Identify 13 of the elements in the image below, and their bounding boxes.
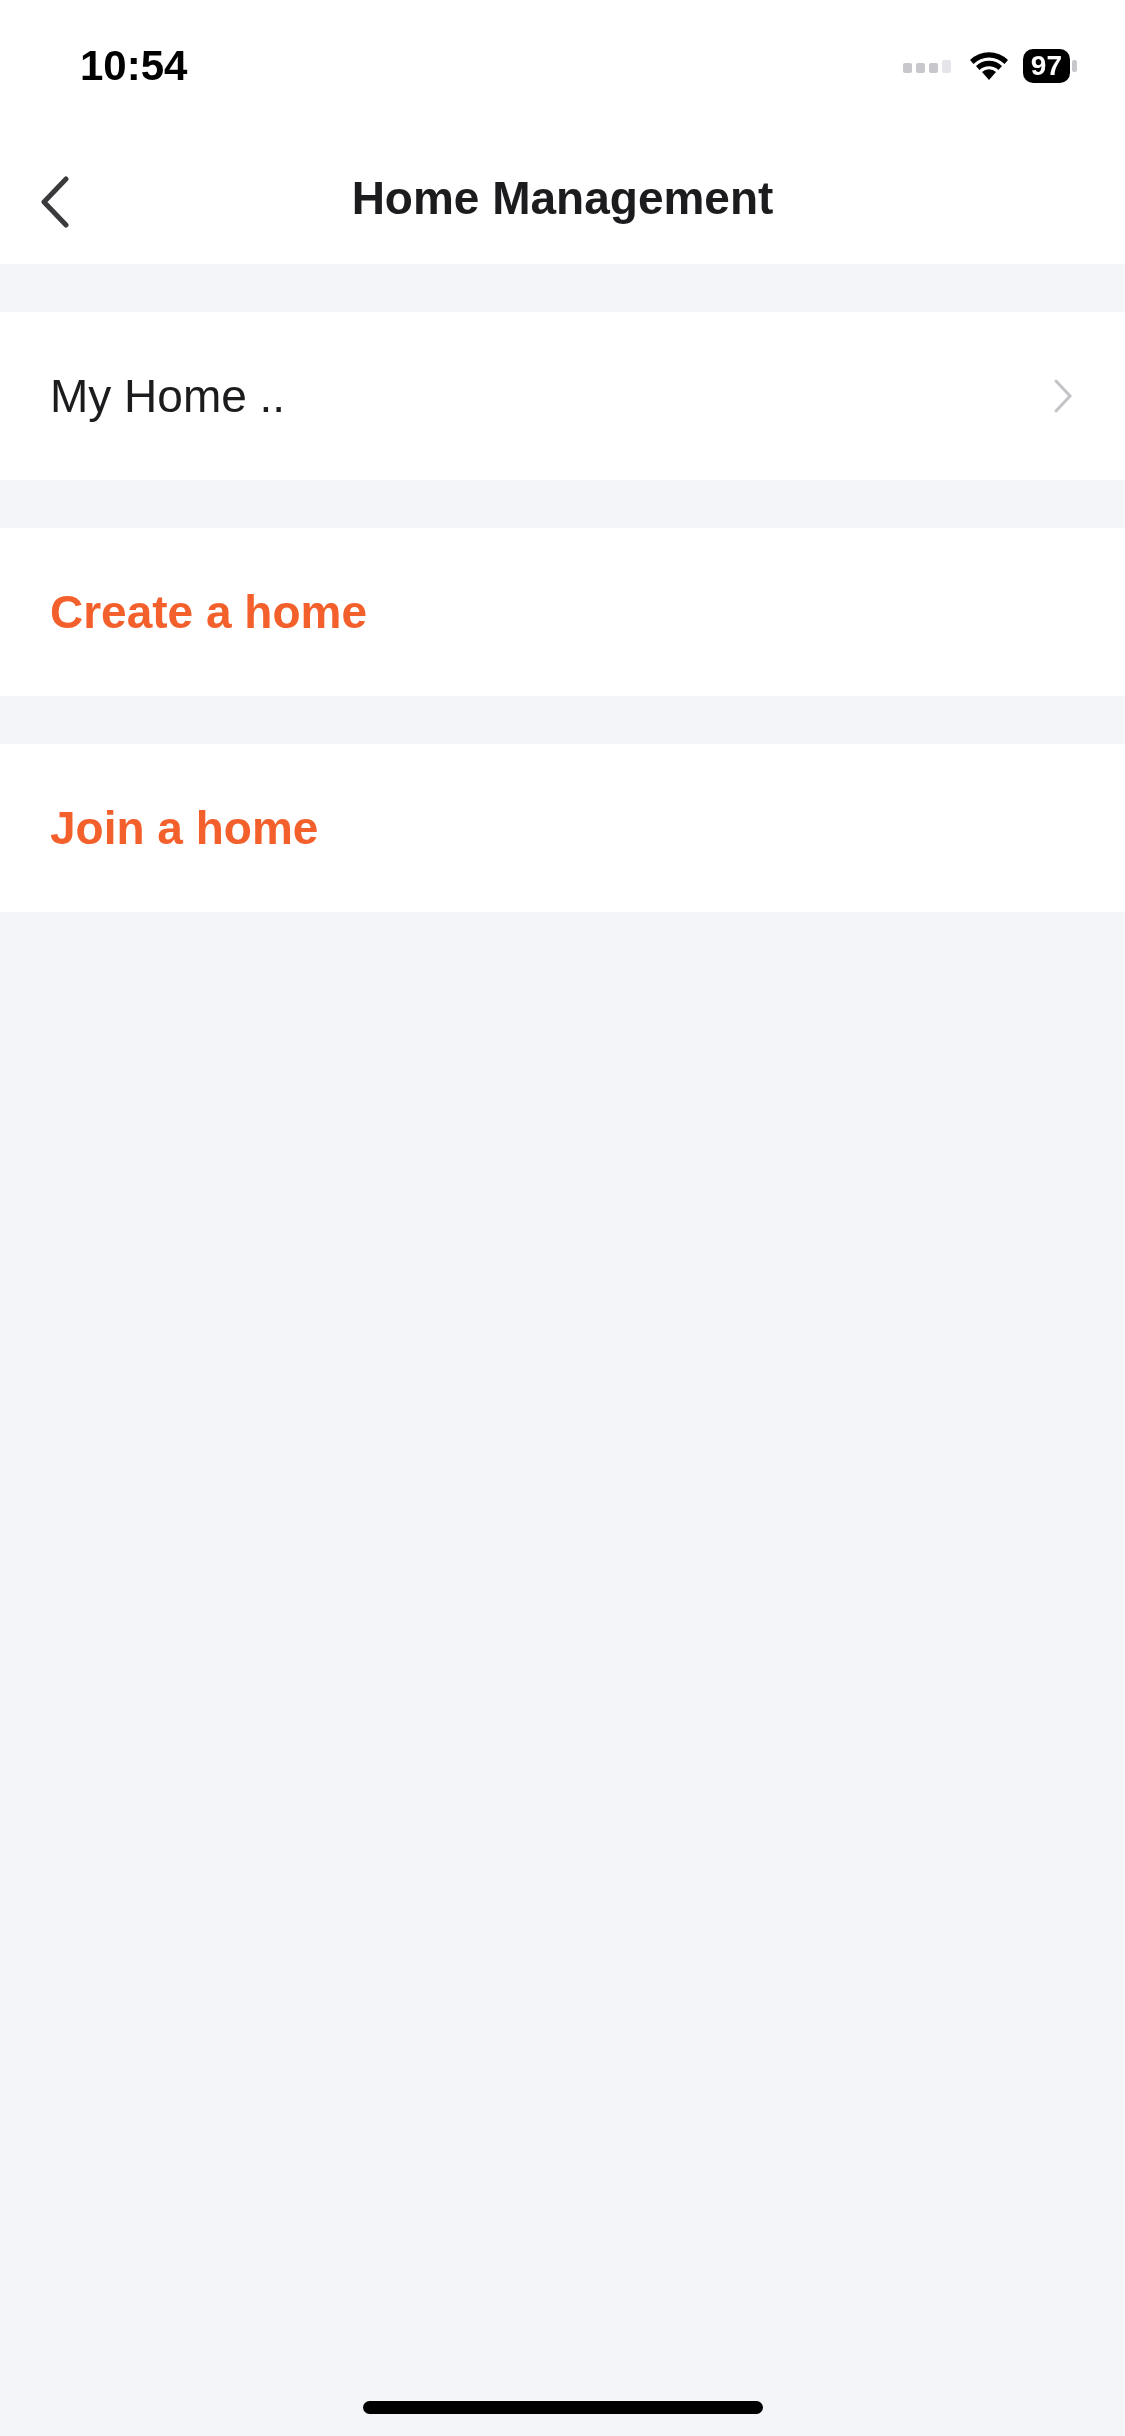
- battery-tip-icon: [1072, 60, 1077, 72]
- action-list-item[interactable]: Create a home: [0, 528, 1125, 696]
- home-name: My Home ..: [50, 369, 286, 423]
- battery-level: 97: [1022, 49, 1070, 83]
- home-list-item[interactable]: My Home ..: [0, 312, 1125, 480]
- status-time: 10:54: [80, 42, 188, 90]
- action-label: Create a home: [50, 585, 367, 639]
- action-list-item[interactable]: Join a home: [0, 744, 1125, 912]
- back-chevron-icon: [40, 176, 70, 228]
- chevron-right-icon: [1053, 378, 1073, 414]
- wifi-icon: [968, 51, 1009, 81]
- screen-title: Home Management: [351, 171, 774, 225]
- action-label: Join a home: [50, 801, 319, 855]
